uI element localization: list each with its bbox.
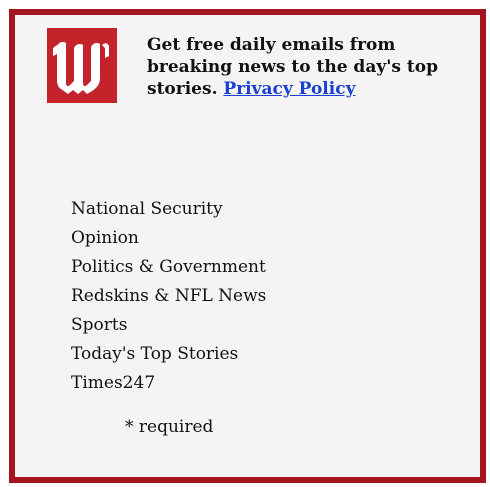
topic-sports[interactable]: Sports <box>71 311 266 340</box>
topic-politics-government[interactable]: Politics & Government <box>71 253 266 282</box>
required-note: * required <box>125 417 214 437</box>
newsletter-headline: Get free daily emails from breaking news… <box>147 34 447 100</box>
washington-times-w-logo-icon <box>47 28 117 103</box>
privacy-policy-link[interactable]: Privacy Policy <box>223 79 355 99</box>
topic-redskins-nfl-news[interactable]: Redskins & NFL News <box>71 282 266 311</box>
topic-todays-top-stories[interactable]: Today's Top Stories <box>71 340 266 369</box>
newsletter-signup-widget: Get free daily emails from breaking news… <box>9 9 486 483</box>
topic-times247[interactable]: Times247 <box>71 369 266 398</box>
newsletter-topic-list: National Security Opinion Politics & Gov… <box>71 195 266 398</box>
topic-national-security[interactable]: National Security <box>71 195 266 224</box>
topic-opinion[interactable]: Opinion <box>71 224 266 253</box>
